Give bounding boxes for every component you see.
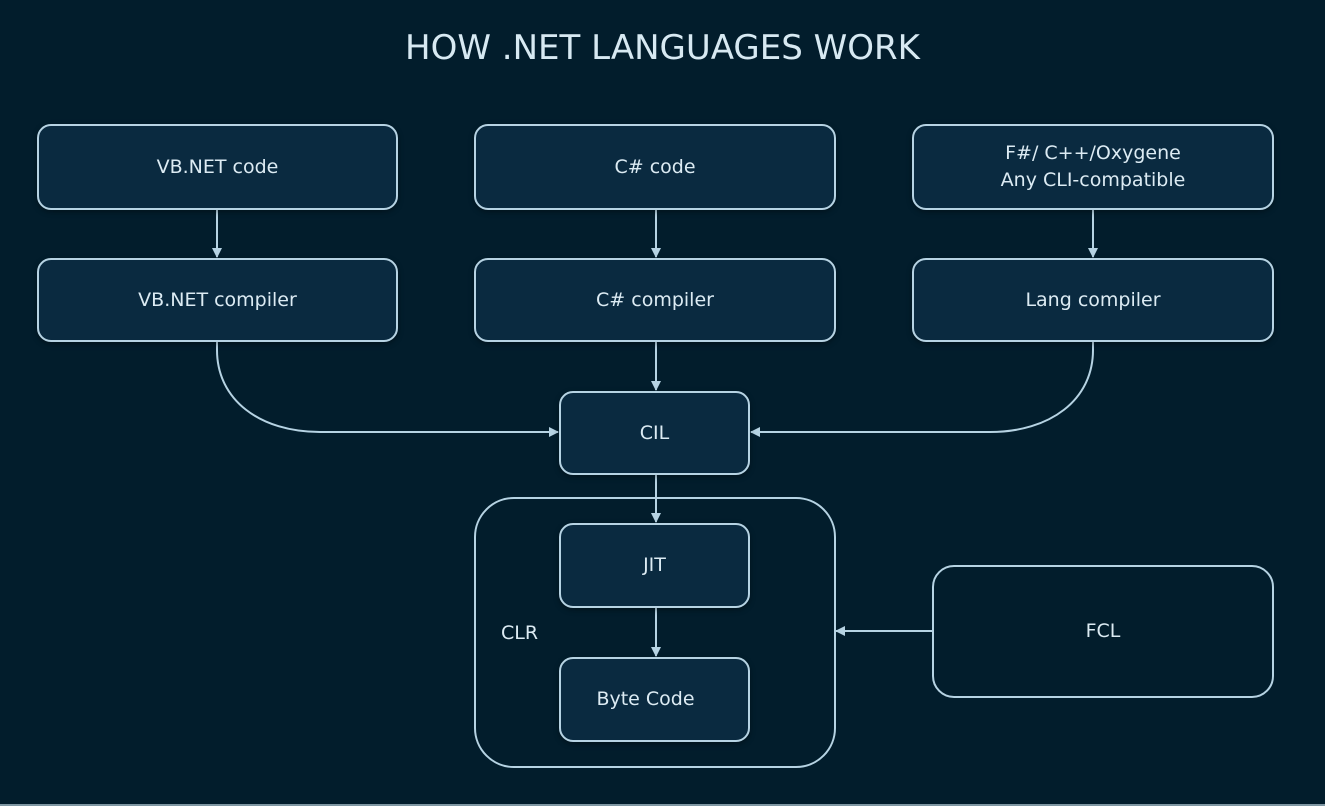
node-label-line1: F#/ C++/Oxygene <box>1005 142 1181 164</box>
node-label: VB.NET compiler <box>138 288 297 311</box>
node-label: Lang compiler <box>1025 288 1161 311</box>
node-jit: JIT <box>559 523 750 608</box>
node-label: JIT <box>643 554 666 576</box>
node-fcl: FCL <box>932 565 1274 698</box>
node-other-languages-code: F#/ C++/Oxygene Any CLI-compatible <box>912 124 1274 210</box>
node-byte-code: Byte Code <box>559 657 750 742</box>
node-label: Byte Code <box>596 688 695 710</box>
node-vbnet-compiler: VB.NET compiler <box>37 258 398 342</box>
node-csharp-code: C# code <box>474 124 836 210</box>
node-label: C# code <box>614 155 696 178</box>
node-lang-compiler: Lang compiler <box>912 258 1274 342</box>
node-label: C# compiler <box>596 288 714 311</box>
node-csharp-compiler: C# compiler <box>474 258 836 342</box>
node-label: CIL <box>639 421 670 444</box>
node-cil: CIL <box>559 391 750 475</box>
node-label: FCL <box>1085 620 1121 642</box>
edge-langcompiler-cil <box>750 341 1094 437</box>
clr-label: CLR <box>501 622 539 644</box>
node-label-line2: Any CLI-compatible <box>1000 169 1186 191</box>
node-vbnet-code: VB.NET code <box>37 124 398 210</box>
node-label: VB.NET code <box>156 155 279 178</box>
edge-vbcompiler-cil <box>216 341 559 437</box>
